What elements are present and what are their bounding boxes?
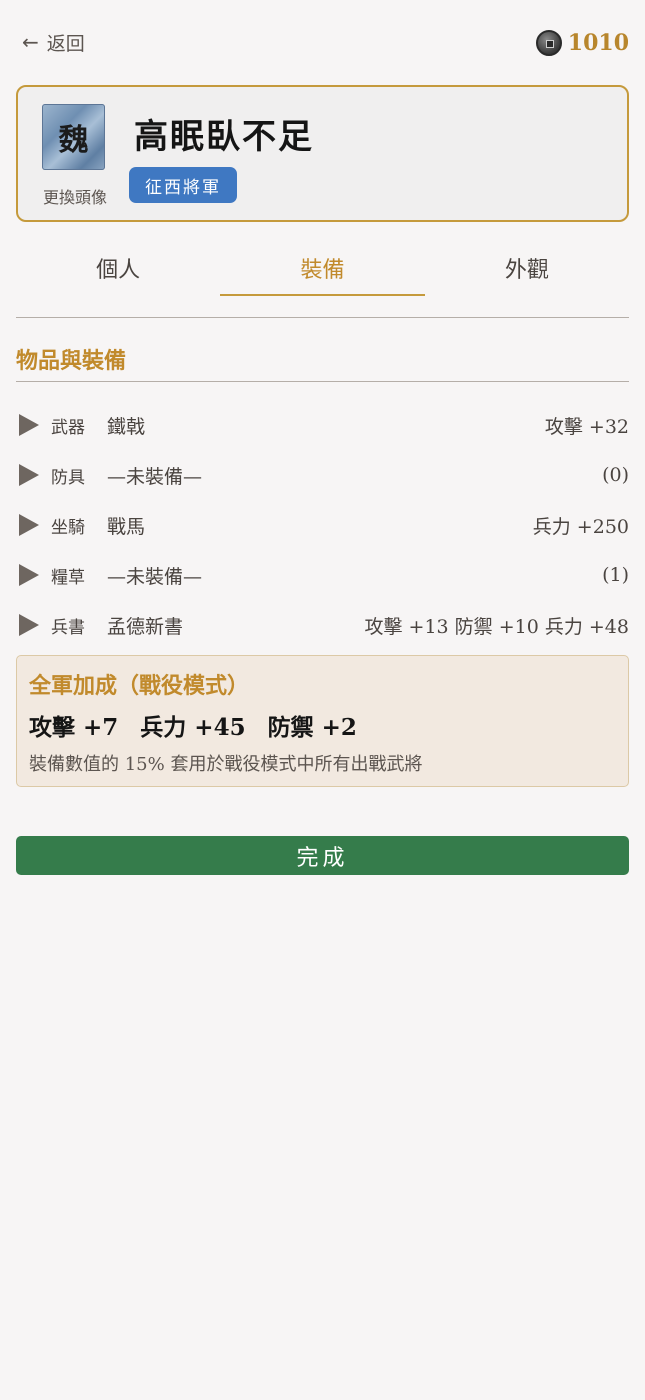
top-bar: ← 返回 1010	[0, 0, 645, 86]
expand-triangle-icon	[19, 564, 39, 586]
profile-card: 魏 更換頭像 高眠臥不足 征西將軍	[16, 85, 629, 222]
tab-bar: 個人 裝備 外觀	[16, 240, 629, 296]
equipment-row-book[interactable]: 兵書 孟德新書 攻擊 +13 防禦 +10 兵力 +48	[16, 605, 629, 645]
item-bonus: 兵力 +250	[532, 515, 629, 538]
equipment-row-mount[interactable]: 坐騎 戰馬 兵力 +250	[16, 505, 629, 545]
army-bonus-stats: 攻擊 +7 兵力 +45 防禦 +2	[29, 708, 357, 742]
back-button[interactable]: ← 返回	[22, 28, 85, 56]
slot-label: 防具	[51, 467, 85, 488]
title-badge: 征西將軍	[129, 167, 237, 203]
army-bonus-panel: 全軍加成（戰役模式） 攻擊 +7 兵力 +45 防禦 +2 裝備數值的 15% …	[16, 655, 629, 787]
item-name: 鐵戟	[107, 415, 146, 438]
item-name: 孟德新書	[107, 615, 184, 638]
equipment-row-provisions[interactable]: 糧草 —未裝備— (1)	[16, 555, 629, 595]
expand-triangle-icon	[19, 414, 39, 436]
slot-label: 糧草	[51, 567, 85, 588]
army-bonus-note: 裝備數值的 15% 套用於戰役模式中所有出戰武將	[29, 754, 423, 775]
general-name: 高眠臥不足	[134, 117, 314, 157]
army-stat-defense: 防禦 +2	[267, 714, 357, 741]
done-button[interactable]: 完成	[16, 836, 629, 875]
change-avatar-button[interactable]: 更換頭像	[32, 184, 118, 208]
section-title: 物品與裝備	[16, 348, 127, 374]
coin-value: 1010	[567, 30, 629, 56]
back-label: 返回	[46, 32, 85, 55]
back-arrow-icon: ←	[22, 30, 39, 54]
divider	[16, 381, 629, 382]
item-bonus: 攻擊 +32	[544, 415, 629, 438]
item-name: —未裝備—	[107, 565, 203, 588]
divider	[16, 317, 629, 318]
item-name: —未裝備—	[107, 465, 203, 488]
coin-icon	[535, 30, 562, 56]
expand-triangle-icon	[19, 464, 39, 486]
expand-triangle-icon	[19, 614, 39, 636]
item-name: 戰馬	[107, 515, 146, 538]
army-stat-troops: 兵力 +45	[140, 714, 246, 741]
coin-counter: 1010	[535, 28, 629, 58]
equipment-row-weapon[interactable]: 武器 鐵戟 攻擊 +32	[16, 405, 629, 445]
item-bonus: 攻擊 +13 防禦 +10 兵力 +48	[364, 615, 630, 638]
tab-appearance[interactable]: 外觀	[425, 240, 629, 296]
avatar-glyph: 魏	[58, 123, 89, 158]
tab-equipment[interactable]: 裝備	[220, 240, 425, 296]
item-bonus: (1)	[602, 564, 629, 586]
slot-label: 坐騎	[51, 517, 85, 538]
slot-label: 武器	[51, 417, 85, 438]
avatar[interactable]: 魏	[42, 104, 105, 170]
slot-label: 兵書	[51, 617, 85, 638]
equipment-row-armor[interactable]: 防具 —未裝備— (0)	[16, 455, 629, 495]
expand-triangle-icon	[19, 514, 39, 536]
item-bonus: (0)	[602, 464, 629, 486]
army-stat-attack: 攻擊 +7	[29, 714, 119, 741]
army-bonus-title: 全軍加成（戰役模式）	[29, 673, 250, 699]
tab-personal[interactable]: 個人	[16, 240, 220, 296]
